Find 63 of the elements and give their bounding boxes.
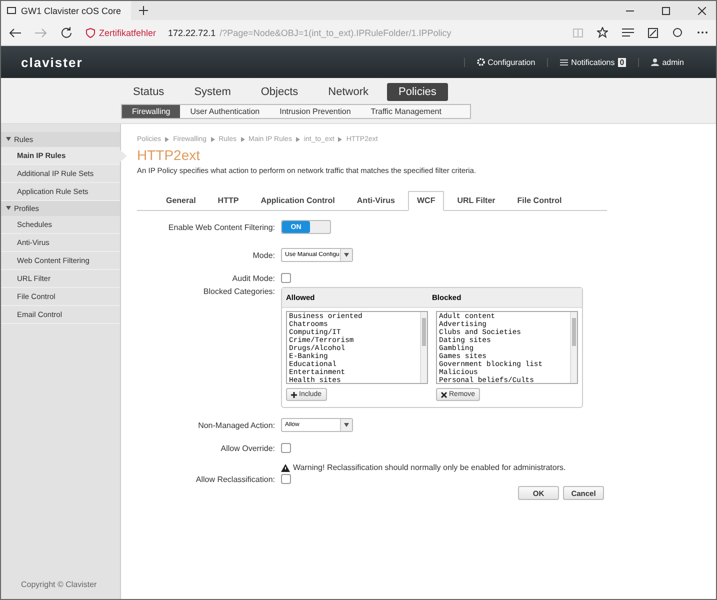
field-label: Enable Web Content Filtering:: [167, 222, 275, 232]
new-tab-icon[interactable]: [139, 6, 148, 15]
caret-icon: [344, 422, 349, 428]
notifications-link[interactable]: Notifications 0: [547, 58, 638, 66]
tab[interactable]: HTTP: [208, 191, 248, 210]
warning-icon: [281, 464, 290, 472]
x-icon: [441, 392, 447, 398]
field-label: Audit Mode:: [231, 274, 275, 282]
copyright: Copyright © Clavister: [20, 580, 98, 591]
field-label: Non-Managed Action:: [197, 420, 275, 430]
sub-tab[interactable]: Firewalling: [122, 105, 180, 118]
main-tab[interactable]: Status: [121, 83, 176, 101]
tab[interactable]: WCF: [408, 191, 444, 211]
checkbox[interactable]: [281, 273, 291, 283]
maximize-icon[interactable]: [662, 6, 670, 14]
list-icon: [560, 58, 568, 66]
page-title: HTTP2ext: [137, 147, 202, 163]
tab[interactable]: General: [157, 191, 205, 210]
breadcrumb-separator-icon: [296, 137, 300, 142]
field-label: Blocked Categories:: [202, 287, 275, 296]
more-icon[interactable]: [697, 31, 708, 34]
main-tab[interactable]: Policies: [386, 83, 448, 101]
checkbox[interactable]: [281, 474, 291, 484]
tab[interactable]: File Control: [508, 191, 571, 210]
refresh-icon[interactable]: [61, 27, 72, 38]
field-label: Allow Override:: [220, 444, 275, 452]
page-icon: [7, 7, 16, 14]
main-tab[interactable]: Objects: [248, 83, 310, 101]
tab[interactable]: Application Control: [252, 191, 344, 210]
browser-tab[interactable]: GW1 Clavister cOS Core: [1, 1, 131, 20]
close-icon[interactable]: [698, 6, 706, 14]
tab[interactable]: URL Filter: [448, 191, 504, 210]
field-label: Allow Reclassification:: [194, 474, 275, 484]
star-icon[interactable]: [597, 27, 608, 38]
sub-tab[interactable]: Intrusion Prevention: [270, 105, 361, 118]
field-label: Mode:: [252, 250, 275, 260]
tab-title: GW1 Clavister cOS Core: [21, 6, 122, 16]
logo: clavister: [21, 54, 83, 70]
configuration-link[interactable]: Configuration: [464, 58, 548, 66]
main-tab[interactable]: Network: [316, 83, 381, 101]
checkbox[interactable]: [281, 443, 291, 453]
shield-icon: [86, 28, 95, 38]
user-icon: [651, 58, 660, 66]
collapse-icon: [6, 137, 11, 142]
warning-message: Warning! Reclassification should normally only be enabled for administrators.: [293, 463, 566, 472]
url-host[interactable]: 172.22.72.1: [168, 28, 216, 38]
breadcrumb-separator-icon: [240, 137, 244, 142]
notification-count: 0: [618, 58, 626, 66]
user-link[interactable]: admin: [638, 58, 696, 66]
main-tab[interactable]: System: [182, 83, 243, 101]
collapse-icon: [6, 206, 11, 211]
breadcrumb-separator-icon: [338, 137, 342, 142]
breadcrumb-separator-icon: [210, 137, 215, 142]
caret-icon: [344, 252, 349, 258]
back-icon[interactable]: [9, 28, 21, 38]
sub-tab[interactable]: User Authentication: [180, 105, 270, 118]
plus-icon: [291, 392, 297, 398]
menu-icon[interactable]: [622, 28, 634, 37]
gear-icon: [476, 58, 485, 66]
tab[interactable]: Anti-Virus: [348, 191, 404, 210]
breadcrumb-separator-icon: [165, 137, 170, 142]
sub-tab[interactable]: Traffic Management: [360, 105, 452, 118]
certificate-warning[interactable]: Zertifikatfehler: [99, 28, 156, 38]
